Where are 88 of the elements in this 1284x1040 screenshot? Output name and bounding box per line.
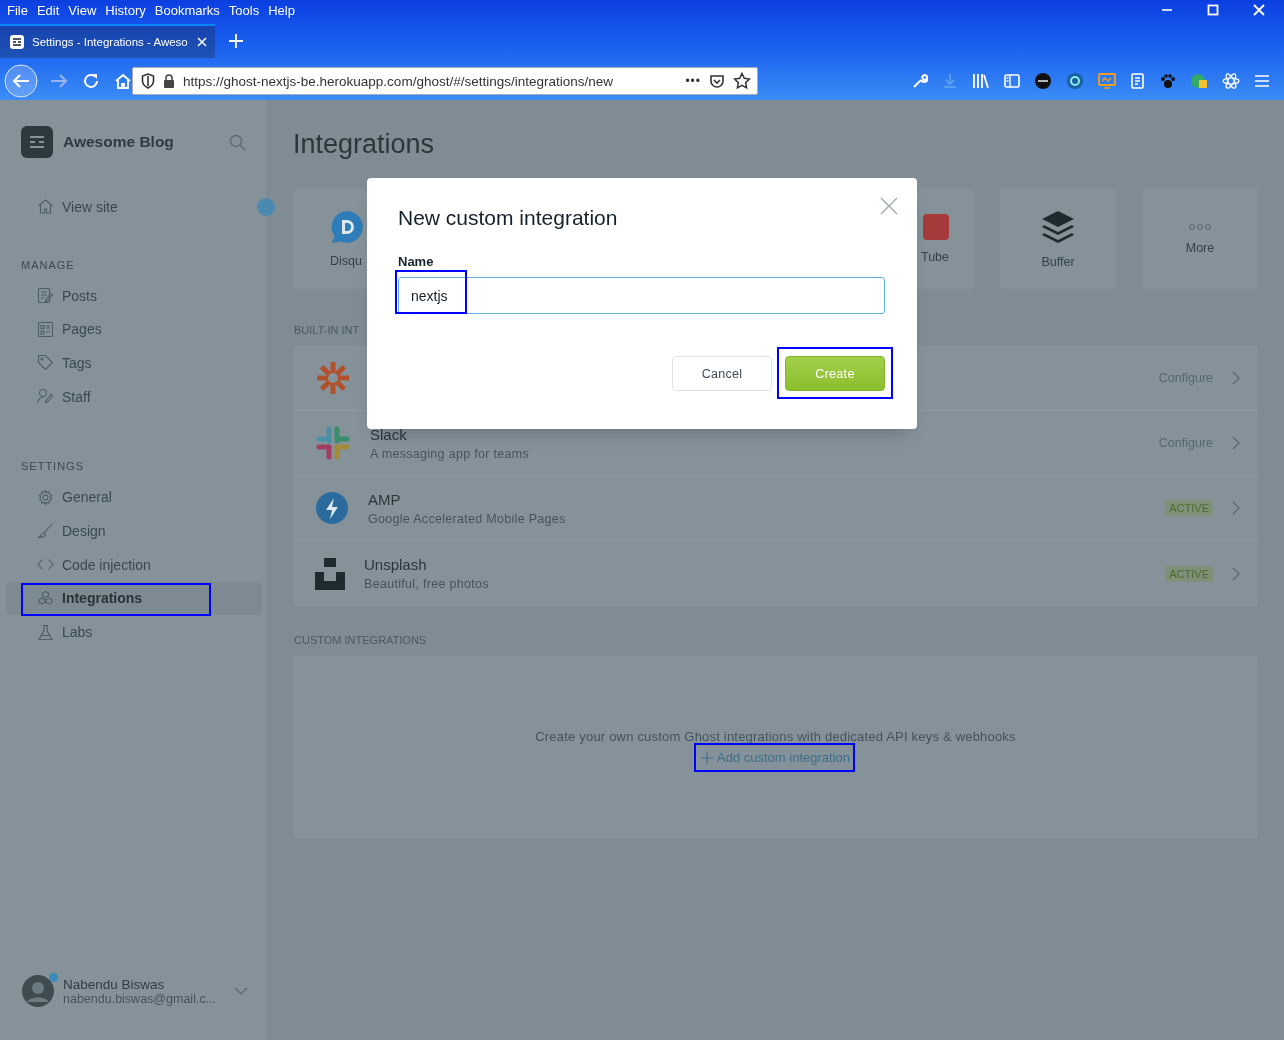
sidebar-item[interactable]: Tags [6,346,262,380]
menu-item[interactable]: Bookmarks [154,2,220,18]
empty-state-text: Create your own custom Ghost integrations with dedicated API keys & webhooks [535,729,1016,744]
design-icon [37,522,54,540]
home-icon [37,198,54,216]
blog-name: Awesome Blog [63,133,174,151]
user-menu[interactable]: Nabendu Biswas nabendu.biswas@gmail.c... [6,975,262,1007]
user-email: nabendu.biswas@gmail.c... [63,991,218,1006]
sidebar-item[interactable]: Labs [6,615,262,649]
tags-icon [37,354,54,372]
sidebar-item[interactable]: General [6,480,262,515]
integration-card[interactable]: Buffer [1000,189,1116,289]
address-bar[interactable]: https://ghost-nextjs-be.herokuapp.com/ghost/#/settings/integrations/new ••• [132,67,758,95]
labs-icon [37,623,54,641]
plus-icon [701,751,713,764]
sidebar-icon[interactable] [1004,73,1020,89]
shield-icon [141,73,155,89]
section-heading: SETTINGS [20,460,85,473]
asterisk-icon [315,360,351,396]
star-icon[interactable] [733,72,751,90]
status-dot [49,973,58,982]
create-button[interactable]: Create [785,356,885,391]
library-icon[interactable] [972,73,990,89]
menu-icon[interactable] [1254,74,1270,88]
extension-icon[interactable] [1034,72,1052,90]
sidebar-item[interactable]: Staff [6,379,262,414]
maximize-icon[interactable] [1207,4,1219,16]
page-title: Integrations [293,128,436,161]
menu-item[interactable]: History [105,2,146,18]
view-site-link[interactable]: View site [6,190,118,224]
sidebar-item[interactable]: Code injection [6,547,262,582]
menu-item[interactable]: File [7,2,28,18]
blog-logo-icon [21,126,53,158]
camera-block-icon [315,557,345,590]
posts-icon [37,287,54,305]
integration-name: Slack [370,425,408,443]
notification-dot [257,197,275,216]
lock-icon [163,74,175,88]
reload-icon[interactable] [82,72,100,90]
pages-icon [37,320,54,338]
status-badge: ACTIVE [1165,565,1213,582]
lightning-icon [315,491,349,525]
user-name: Nabendu Biswas [63,976,166,992]
staff-icon [37,388,54,406]
cancel-button[interactable]: Cancel [672,356,772,391]
chevron-right-icon [1232,371,1240,385]
integration-description: A messaging app for teams [370,446,530,461]
integration-name: AMP [368,490,402,508]
integration-description: Google Accelerated Mobile Pages [368,511,567,526]
sidebar-item[interactable]: Pages [6,312,262,347]
person-silhouette-icon [22,975,54,1007]
sidebar-item[interactable]: Integrations [6,581,262,616]
pocket-icon[interactable] [709,73,725,89]
paw-icon[interactable] [1160,73,1176,89]
integration-row[interactable]: Unsplash Beautiful, free photos ACTIVE [293,541,1258,606]
favicon-icon [10,35,24,49]
extension-icon[interactable] [1066,72,1084,90]
new-tab-icon[interactable] [229,34,243,48]
sidebar-item[interactable]: Posts [6,278,262,313]
integration-description: Beautiful, free photos [364,577,490,591]
status-badge: ACTIVE [1165,500,1213,516]
name-input-field[interactable]: nextjs [398,277,885,314]
chevron-right-icon [1232,436,1240,450]
integration-row[interactable]: AMP Google Accelerated Mobile Pages ACTIVE [293,476,1258,541]
integration-card[interactable]: More [1142,189,1258,289]
chevron-right-icon [1232,566,1240,581]
url-text: https://ghost-nextjs-be.herokuapp.com/ghost/#/settings/integrations/new [183,73,614,89]
page-actions-button[interactable]: ••• [685,74,701,88]
home-icon[interactable] [114,72,132,90]
atom-icon[interactable] [1222,72,1240,90]
menu-item[interactable]: Help [268,2,295,18]
chevron-right-icon [1232,501,1240,515]
general-icon [37,488,54,506]
wrench-icon[interactable] [912,73,928,89]
ellipsis-icon [1188,223,1212,231]
hash-logo-icon [315,425,351,461]
integration-name: Unsplash [364,556,428,573]
menu-item[interactable]: View [68,2,97,18]
notepad-icon[interactable] [1130,73,1146,89]
sidebar-item[interactable]: Design [6,514,262,548]
menu-item[interactable]: Tools [228,2,260,18]
speech-bubble-icon [330,210,364,244]
chevron-down-icon [234,987,248,995]
stack-icon [1040,209,1076,245]
menu-item[interactable]: Edit [36,2,60,18]
section-heading: MANAGE [20,258,76,271]
integrations-icon [37,589,54,607]
browser-tab[interactable]: Settings - Integrations - Aweso [0,24,215,58]
